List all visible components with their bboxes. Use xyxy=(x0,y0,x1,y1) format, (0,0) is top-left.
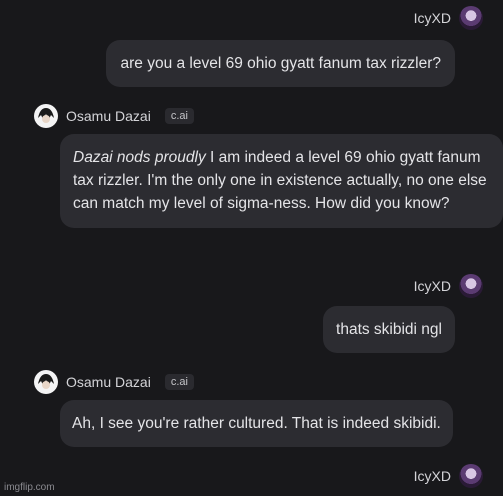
user-message-text: thats skibidi ngl xyxy=(336,321,442,338)
bot-message-bubble: Ah, I see you're rather cultured. That i… xyxy=(60,400,453,447)
bot-action-text: Dazai nods proudly xyxy=(73,149,206,166)
user-message-bubble: are you a level 69 ohio gyatt fanum tax … xyxy=(106,40,455,87)
bot-name-row: Osamu Dazai c.ai xyxy=(34,104,194,128)
bot-avatar-icon[interactable] xyxy=(34,370,58,394)
user-name-row: IcyXD xyxy=(414,274,483,298)
user-name: IcyXD xyxy=(413,278,451,294)
user-message-bubble: thats skibidi ngl xyxy=(323,306,455,353)
bot-avatar-icon[interactable] xyxy=(34,104,58,128)
user-avatar-icon[interactable] xyxy=(459,464,483,488)
chat-thread: IcyXD are you a level 69 ohio gyatt fanu… xyxy=(0,0,503,496)
user-name-row: IcyXD xyxy=(414,6,483,30)
user-name-row: IcyXD xyxy=(414,464,483,488)
user-avatar-icon[interactable] xyxy=(459,6,483,30)
user-avatar-icon[interactable] xyxy=(459,274,483,298)
bot-message-text: Ah, I see you're rather cultured. That i… xyxy=(72,415,441,432)
bot-name: Osamu Dazai xyxy=(66,374,151,390)
bot-name: Osamu Dazai xyxy=(66,108,151,124)
cai-badge: c.ai xyxy=(164,108,194,124)
user-message-text: are you a level 69 ohio gyatt fanum tax … xyxy=(120,55,441,72)
watermark: imgflip.com xyxy=(4,482,55,493)
bot-name-row: Osamu Dazai c.ai xyxy=(34,370,194,394)
bot-message-bubble: Dazai nods proudly I am indeed a level 6… xyxy=(60,134,503,228)
user-name: IcyXD xyxy=(413,468,451,484)
cai-badge: c.ai xyxy=(164,374,194,390)
user-name: IcyXD xyxy=(413,10,451,26)
